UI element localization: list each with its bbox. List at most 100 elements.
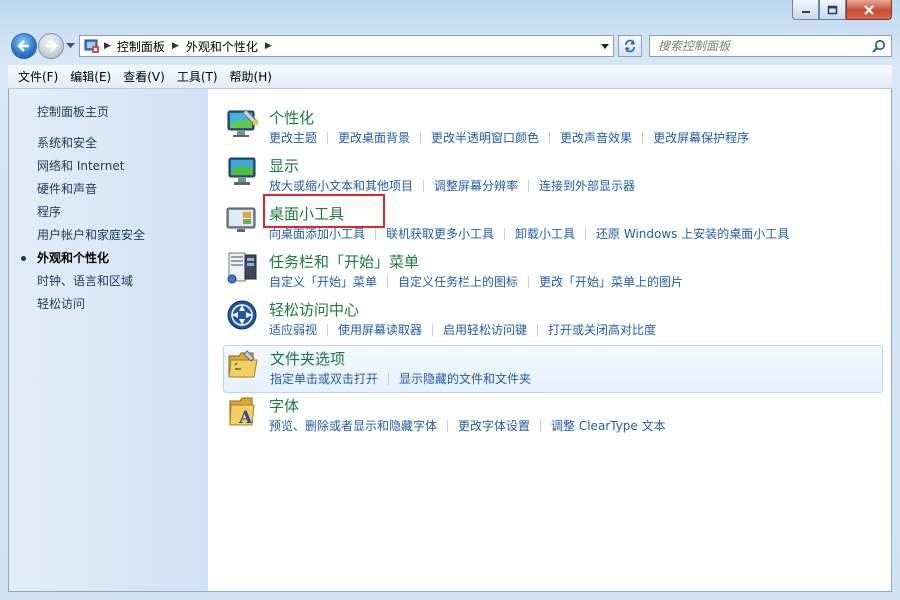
sidebar-item-user-accounts[interactable]: 用户帐户和家庭安全 — [37, 227, 145, 250]
main-content: 个性化 更改主题 更改桌面背景 更改半透明窗口颜色 更改声音效果 更改屏幕保护程… — [208, 89, 891, 591]
link-separator — [423, 179, 425, 192]
link-separator — [420, 131, 422, 144]
link-change-window-color[interactable]: 更改半透明窗口颜色 — [431, 129, 539, 146]
sidebar-item-ease-of-access[interactable]: 轻松访问 — [37, 296, 145, 319]
breadcrumb-separator-icon[interactable]: ▶ — [265, 41, 272, 51]
category-links: 适应弱视 使用屏幕读取器 启用轻松访问键 打开或关闭高对比度 — [269, 321, 656, 338]
chevron-down-icon — [601, 43, 609, 49]
sidebar-item-clock-language-region[interactable]: 时钟、语言和区域 — [37, 273, 145, 296]
link-change-theme[interactable]: 更改主题 — [269, 129, 317, 146]
category-taskbar-start-menu: 任务栏和「开始」菜单 自定义「开始」菜单 自定义任务栏上的图标 更改「开始」菜单… — [223, 249, 883, 295]
link-separator — [375, 227, 377, 240]
close-button[interactable] — [846, 0, 892, 20]
link-optimize-for-blindness[interactable]: 适应弱视 — [269, 321, 317, 338]
link-connect-external-display[interactable]: 连接到外部显示器 — [539, 177, 635, 194]
link-separator — [642, 131, 644, 144]
category-links: 指定单击或双击打开 显示隐藏的文件和文件夹 — [270, 370, 531, 387]
minimize-button[interactable] — [792, 0, 819, 20]
sidebar-home-link[interactable]: 控制面板主页 — [37, 103, 109, 120]
menu-edit[interactable]: 编辑(E) — [64, 68, 117, 85]
breadcrumb-separator-icon[interactable]: ▶ — [172, 41, 179, 51]
link-customize-start-menu[interactable]: 自定义「开始」菜单 — [269, 273, 377, 290]
link-separator — [585, 227, 587, 240]
breadcrumb-appearance[interactable]: 外观和个性化 — [186, 38, 258, 55]
sidebar-item-label: 外观和个性化 — [37, 251, 110, 265]
link-restore-windows-gadgets[interactable]: 还原 Windows 上安装的桌面小工具 — [596, 225, 789, 242]
link-adjust-resolution[interactable]: 调整屏幕分辨率 — [434, 177, 518, 194]
link-change-start-menu-picture[interactable]: 更改「开始」菜单上的图片 — [539, 273, 683, 290]
sidebar-list: 系统和安全 网络和 Internet 硬件和声音 程序 用户帐户和家庭安全 外观… — [21, 135, 145, 319]
taskbar-icon — [227, 252, 257, 284]
sidebar-item-network[interactable]: 网络和 Internet — [37, 158, 145, 181]
category-ease-of-access-center: 轻松访问中心 适应弱视 使用屏幕读取器 启用轻松访问键 打开或关闭高对比度 — [223, 297, 883, 343]
category-title[interactable]: 显示 — [269, 155, 299, 176]
address-bar[interactable]: ▶ 控制面板 ▶ 外观和个性化 ▶ — [79, 35, 614, 57]
link-customize-taskbar-icons[interactable]: 自定义任务栏上的图标 — [398, 273, 518, 290]
link-change-screensaver[interactable]: 更改屏幕保护程序 — [653, 129, 749, 146]
highlight-box — [263, 194, 385, 228]
category-personalization: 个性化 更改主题 更改桌面背景 更改半透明窗口颜色 更改声音效果 更改屏幕保护程… — [223, 105, 883, 151]
category-links: 更改主题 更改桌面背景 更改半透明窗口颜色 更改声音效果 更改屏幕保护程序 — [269, 129, 749, 146]
link-toggle-high-contrast[interactable]: 打开或关闭高对比度 — [548, 321, 656, 338]
address-dropdown-button[interactable] — [597, 36, 613, 56]
category-fonts: A 字体 预览、删除或者显示和隐藏字体 更改字体设置 调整 ClearType … — [223, 393, 883, 439]
category-title[interactable]: 文件夹选项 — [270, 348, 345, 369]
menu-view[interactable]: 查看(V) — [117, 68, 171, 85]
menu-help[interactable]: 帮助(H) — [224, 68, 278, 85]
sidebar: 控制面板主页 系统和安全 网络和 Internet 硬件和声音 程序 用户帐户和… — [9, 89, 208, 591]
category-links: 预览、删除或者显示和隐藏字体 更改字体设置 调整 ClearType 文本 — [269, 417, 666, 434]
link-change-font-settings[interactable]: 更改字体设置 — [458, 417, 530, 434]
category-title[interactable]: 任务栏和「开始」菜单 — [269, 251, 419, 272]
link-separator — [540, 419, 542, 432]
content-frame: 控制面板主页 系统和安全 网络和 Internet 硬件和声音 程序 用户帐户和… — [8, 89, 892, 592]
ease-of-access-icon — [227, 300, 257, 330]
link-change-sound-effects[interactable]: 更改声音效果 — [560, 129, 632, 146]
link-show-hidden-files[interactable]: 显示隐藏的文件和文件夹 — [399, 370, 531, 387]
link-make-text-larger-smaller[interactable]: 放大或缩小文本和其他项目 — [269, 177, 413, 194]
link-turn-on-easy-access-keys[interactable]: 启用轻松访问键 — [443, 321, 527, 338]
forward-button[interactable] — [38, 33, 64, 59]
breadcrumb-control-panel[interactable]: 控制面板 — [117, 38, 165, 55]
back-button[interactable] — [11, 33, 37, 59]
personalization-icon — [227, 109, 258, 137]
category-title[interactable]: 个性化 — [269, 107, 314, 128]
fonts-icon: A — [229, 397, 255, 428]
category-links: 放大或缩小文本和其他项目 调整屏幕分辨率 连接到外部显示器 — [269, 177, 635, 194]
category-display: 显示 放大或缩小文本和其他项目 调整屏幕分辨率 连接到外部显示器 — [223, 153, 883, 199]
link-adjust-cleartype[interactable]: 调整 ClearType 文本 — [551, 417, 666, 434]
link-separator — [537, 323, 539, 336]
link-separator — [528, 179, 530, 192]
sidebar-item-programs[interactable]: 程序 — [37, 204, 145, 227]
sidebar-item-hardware-sound[interactable]: 硬件和声音 — [37, 181, 145, 204]
link-separator — [504, 227, 506, 240]
menu-file[interactable]: 文件(F) — [12, 68, 64, 85]
recent-pages-dropdown-icon[interactable] — [66, 43, 75, 49]
breadcrumb-separator-icon[interactable]: ▶ — [104, 41, 111, 51]
link-separator — [327, 323, 329, 336]
refresh-icon — [625, 39, 635, 53]
search-input[interactable] — [650, 36, 860, 56]
search-box — [649, 35, 892, 57]
link-preview-delete-show-hide-fonts[interactable]: 预览、删除或者显示和隐藏字体 — [269, 417, 437, 434]
category-title[interactable]: 字体 — [269, 395, 299, 416]
link-single-or-double-click[interactable]: 指定单击或双击打开 — [270, 370, 378, 387]
maximize-button[interactable] — [819, 0, 846, 20]
menu-tools[interactable]: 工具(T) — [171, 68, 224, 85]
gadgets-icon — [226, 207, 256, 232]
category-links: 自定义「开始」菜单 自定义任务栏上的图标 更改「开始」菜单上的图片 — [269, 273, 683, 290]
back-arrow-icon — [17, 40, 29, 52]
search-icon[interactable] — [871, 39, 886, 54]
sidebar-item-system-security[interactable]: 系统和安全 — [37, 135, 145, 158]
sidebar-item-appearance: 外观和个性化 — [21, 250, 145, 273]
link-use-screen-reader[interactable]: 使用屏幕读取器 — [338, 321, 422, 338]
link-get-more-gadgets-online[interactable]: 联机获取更多小工具 — [386, 225, 494, 242]
refresh-button[interactable] — [618, 35, 642, 57]
category-title[interactable]: 轻松访问中心 — [269, 299, 359, 320]
folder-options-icon — [228, 350, 258, 378]
link-change-desktop-background[interactable]: 更改桌面背景 — [338, 129, 410, 146]
link-separator — [528, 275, 530, 288]
forward-arrow-icon — [46, 40, 58, 52]
link-separator — [549, 131, 551, 144]
link-separator — [387, 275, 389, 288]
link-uninstall-gadget[interactable]: 卸载小工具 — [515, 225, 575, 242]
